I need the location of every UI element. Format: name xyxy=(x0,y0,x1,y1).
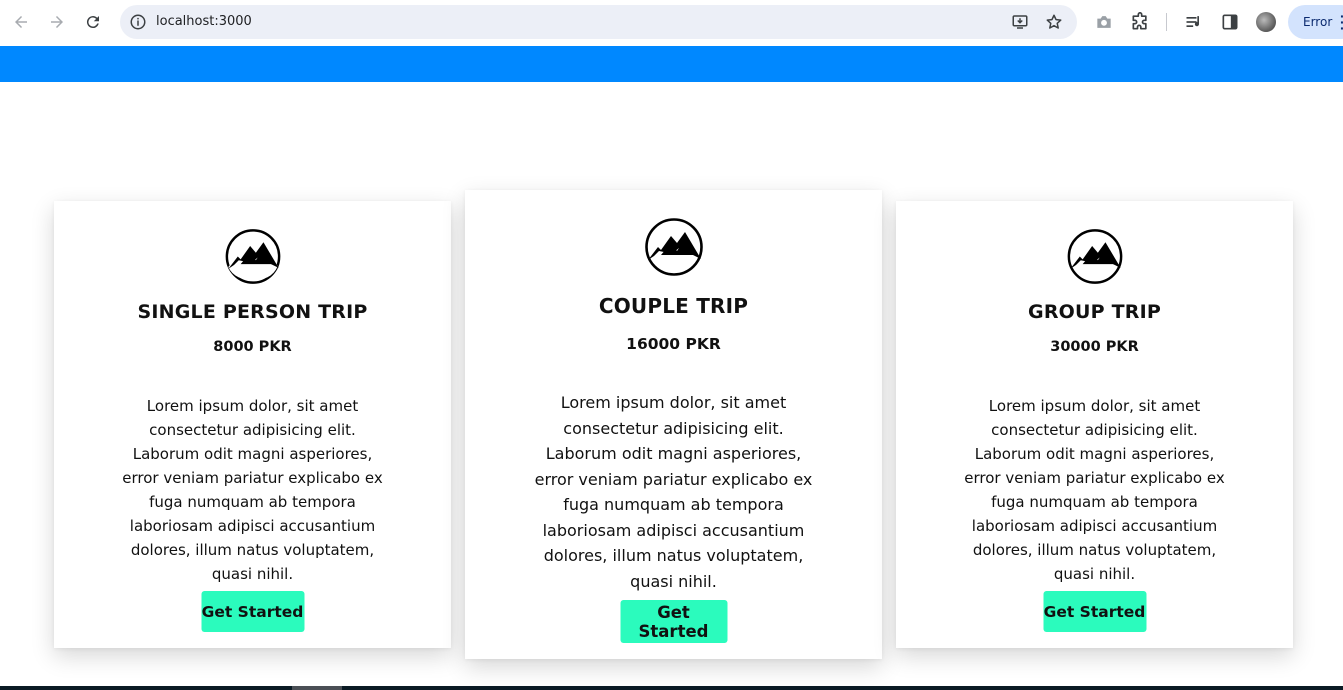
card-title: COUPLE TRIP xyxy=(598,294,749,318)
pricing-card-couple: COUPLE TRIP 16000 PKR Lorem ipsum dolor,… xyxy=(465,190,882,659)
extensions-puzzle-icon[interactable] xyxy=(1130,12,1150,32)
card-price: 30000 PKR xyxy=(1050,339,1139,355)
card-description: Lorem ipsum dolor, sit amet consectetur … xyxy=(122,397,383,583)
site-navbar xyxy=(0,46,1343,82)
mountain-icon xyxy=(644,218,703,276)
media-controls-icon[interactable] xyxy=(1184,12,1204,32)
browser-toolbar: localhost:3000 Error ··· xyxy=(0,0,1343,46)
page-bottom-edge xyxy=(0,686,1343,690)
address-bar[interactable]: localhost:3000 xyxy=(120,5,1077,39)
card-title: GROUP TRIP xyxy=(1028,301,1161,323)
site-info-icon[interactable] xyxy=(129,13,147,31)
install-app-icon[interactable] xyxy=(1011,13,1029,31)
card-price: 8000 PKR xyxy=(213,339,292,355)
pricing-card-single: SINGLE PERSON TRIP 8000 PKR Lorem ipsum … xyxy=(54,201,451,648)
pricing-card-group: GROUP TRIP 30000 PKR Lorem ipsum dolor, … xyxy=(896,201,1293,648)
reload-icon xyxy=(86,16,99,29)
bottom-scroll-thumb[interactable] xyxy=(292,686,342,690)
arrow-right-icon xyxy=(51,16,63,28)
reload-button[interactable] xyxy=(82,11,104,33)
address-url[interactable]: localhost:3000 xyxy=(156,14,252,29)
profile-error-label: Error xyxy=(1303,15,1333,29)
get-started-button[interactable]: Get Started xyxy=(1043,591,1146,632)
arrow-left-icon xyxy=(15,16,27,28)
profile-error-button[interactable]: Error ··· xyxy=(1288,5,1343,39)
mountain-icon xyxy=(225,229,280,284)
camera-icon[interactable] xyxy=(1094,12,1114,32)
back-button[interactable] xyxy=(10,11,32,33)
mountain-icon xyxy=(1067,229,1122,284)
get-started-button[interactable]: Get Started xyxy=(201,591,304,632)
toolbar-divider xyxy=(1166,13,1167,31)
profile-avatar[interactable] xyxy=(1256,12,1276,32)
card-price: 16000 PKR xyxy=(626,335,721,353)
card-description: Lorem ipsum dolor, sit amet consectetur … xyxy=(534,393,813,591)
forward-button[interactable] xyxy=(46,11,68,33)
card-description: Lorem ipsum dolor, sit amet consectetur … xyxy=(964,397,1225,583)
bookmark-star-icon[interactable] xyxy=(1045,13,1063,31)
card-title: SINGLE PERSON TRIP xyxy=(137,301,368,323)
get-started-button[interactable]: Get Started xyxy=(620,600,727,643)
side-panel-icon[interactable] xyxy=(1220,12,1240,32)
